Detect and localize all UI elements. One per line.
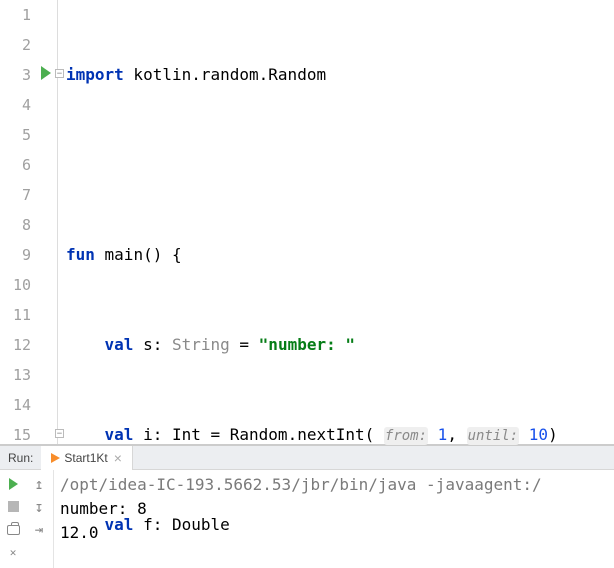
- code-editor[interactable]: 1 2 3 − 4 5 6 7 8 9 10 11 12 13 14 15 − …: [0, 0, 614, 444]
- fold-icon[interactable]: −: [55, 429, 64, 438]
- gutter-line: 9: [0, 240, 57, 270]
- output-line: number: 8: [60, 499, 147, 518]
- param-hint: from:: [384, 427, 428, 445]
- gutter-line: 15 −: [0, 420, 57, 450]
- up-button[interactable]: [26, 472, 52, 495]
- command-line: /opt/idea-IC-193.5662.53/jbr/bin/java -j…: [60, 475, 542, 494]
- gutter-line: 2: [0, 30, 57, 60]
- param-hint: until:: [467, 427, 520, 445]
- close-tool-button[interactable]: [0, 541, 26, 564]
- gutter: 1 2 3 − 4 5 6 7 8 9 10 11 12 13 14 15 −: [0, 0, 58, 444]
- gutter-line: 8: [0, 210, 57, 240]
- softwrap-button[interactable]: [26, 518, 52, 541]
- close-icon[interactable]: ×: [114, 450, 122, 466]
- gutter-line: 12: [0, 330, 57, 360]
- gutter-line: 4: [0, 90, 57, 120]
- kotlin-icon: [51, 453, 60, 463]
- output-line: 12.0: [60, 523, 99, 542]
- gutter-line: 5: [0, 120, 57, 150]
- run-panel: Run: Start1Kt × /opt/idea-IC-193.5662.53…: [0, 446, 614, 568]
- gutter-line: 7: [0, 180, 57, 210]
- screenshot-button[interactable]: [0, 518, 26, 541]
- console-output[interactable]: /opt/idea-IC-193.5662.53/jbr/bin/java -j…: [54, 470, 614, 568]
- gutter-line: 1: [0, 0, 57, 30]
- run-toolbar: [0, 470, 54, 568]
- down-button[interactable]: [26, 495, 52, 518]
- fold-icon[interactable]: −: [55, 69, 64, 78]
- gutter-line: 10: [0, 270, 57, 300]
- gutter-line: 11: [0, 300, 57, 330]
- run-gutter-icon[interactable]: [41, 66, 51, 80]
- gutter-line: 14: [0, 390, 57, 420]
- gutter-line: 6: [0, 150, 57, 180]
- code-area[interactable]: import kotlin.random.Random fun main() {…: [58, 0, 614, 444]
- stop-button[interactable]: [0, 495, 26, 518]
- more-button[interactable]: [26, 541, 52, 564]
- run-label: Run:: [0, 451, 41, 465]
- gutter-line: 13: [0, 360, 57, 390]
- gutter-line: 3 −: [0, 60, 57, 90]
- run-header: Run: Start1Kt ×: [0, 446, 614, 470]
- run-tab-label: Start1Kt: [64, 451, 107, 465]
- rerun-button[interactable]: [0, 472, 26, 495]
